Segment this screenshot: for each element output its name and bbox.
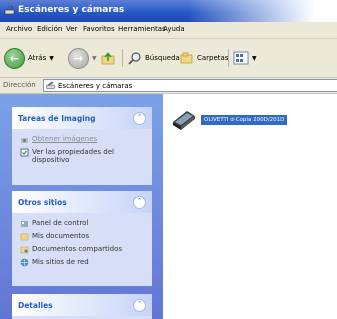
views-button[interactable]: ▼ — [233, 47, 257, 69]
documents-folder-icon — [20, 233, 29, 241]
toolbar: ← Atrás ▼ → ▼ Búsqueda Carpetas ▼ — [0, 39, 337, 78]
menu-archivo[interactable]: Archivo — [6, 25, 32, 33]
folders-button[interactable]: Carpetas — [179, 47, 229, 69]
up-folder-icon — [101, 52, 115, 65]
views-dropdown-icon: ▼ — [252, 54, 257, 62]
toolbar-separator — [228, 49, 229, 67]
folders-icon — [180, 52, 193, 63]
details-panel: Detalles ˇ — [12, 294, 152, 319]
properties-icon — [20, 148, 29, 157]
task-view-properties[interactable]: Ver las propiedades del dispositivo — [20, 148, 144, 164]
forward-arrow-icon: → — [68, 47, 89, 69]
expand-chevron-icon[interactable]: ˇ — [133, 298, 146, 312]
link-shared-documents[interactable]: Documentos compartidos — [20, 245, 144, 254]
address-label: Dirección — [3, 81, 36, 89]
back-dropdown-icon[interactable]: ▼ — [49, 55, 54, 62]
back-label: Atrás — [28, 54, 47, 62]
panel-title: Detalles — [18, 300, 53, 310]
panel-title: Tareas de Imaging — [18, 113, 96, 123]
address-value: Escáneres y cámaras — [58, 81, 133, 90]
search-button[interactable]: Búsqueda — [127, 47, 180, 69]
task-obtain-images[interactable]: Obtener imágenes — [20, 135, 144, 144]
title-bar: Escáneres y cámaras — [0, 0, 337, 22]
camera-icon — [21, 138, 28, 143]
search-label: Búsqueda — [145, 54, 180, 62]
window-title: Escáneres y cámaras — [18, 5, 125, 15]
title-bar-fade — [187, 0, 337, 22]
task-label: Obtener imágenes — [32, 135, 98, 143]
menu-ver[interactable]: Ver — [66, 25, 77, 33]
toolbar-separator — [122, 49, 123, 67]
task-label: Ver las propiedades del dispositivo — [32, 148, 114, 164]
menu-bar: Archivo Edición Ver Favoritos Herramient… — [0, 22, 337, 39]
link-label: Mis documentos — [32, 232, 90, 240]
scanner-camera-icon — [4, 5, 15, 15]
search-icon — [128, 51, 141, 65]
up-folder-button[interactable] — [100, 47, 116, 69]
collapse-chevron-icon[interactable]: ˆ — [133, 111, 146, 125]
menu-edicion[interactable]: Edición — [37, 25, 62, 33]
content-area: OLIVETTI d-Copia 200D/201D — [163, 94, 337, 319]
link-label: Panel de control — [32, 219, 89, 227]
scanner-device-icon — [173, 111, 195, 130]
back-arrow-icon: ← — [4, 47, 25, 69]
link-label: Documentos compartidos — [32, 245, 123, 253]
link-control-panel[interactable]: Panel de control — [20, 219, 144, 228]
other-places-header[interactable]: Otros sitios ˆ — [12, 191, 152, 213]
back-button[interactable]: ← Atrás ▼ — [4, 47, 54, 69]
menu-ayuda[interactable]: Ayuda — [163, 25, 185, 33]
imaging-tasks-panel: Tareas de Imaging ˆ Obtener imágenes Ver… — [12, 107, 152, 185]
link-label: Mis sitios de red — [32, 258, 89, 266]
link-my-documents[interactable]: Mis documentos — [20, 232, 144, 241]
shared-folder-icon — [20, 246, 29, 254]
collapse-chevron-icon[interactable]: ˆ — [133, 195, 146, 209]
folders-label: Carpetas — [197, 54, 229, 62]
details-header[interactable]: Detalles ˇ — [12, 294, 152, 316]
panel-title: Otros sitios — [18, 197, 67, 207]
control-panel-icon — [21, 221, 28, 227]
address-field[interactable]: Escáneres y cámaras — [43, 79, 337, 92]
scanner-camera-icon — [46, 81, 55, 89]
device-item[interactable]: OLIVETTI d-Copia 200D/201D — [171, 108, 288, 132]
forward-button[interactable]: → ▼ — [68, 47, 97, 69]
address-bar: Dirección Escáneres y cámaras — [0, 78, 337, 94]
imaging-tasks-header[interactable]: Tareas de Imaging ˆ — [12, 107, 152, 129]
menu-herramientas[interactable]: Herramientas — [118, 25, 166, 33]
forward-dropdown-icon[interactable]: ▼ — [92, 55, 97, 62]
task-pane: Tareas de Imaging ˆ Obtener imágenes Ver… — [0, 94, 163, 319]
device-label: OLIVETTI d-Copia 200D/201D — [201, 115, 288, 125]
views-icon — [233, 51, 249, 65]
network-globe-icon — [20, 258, 29, 267]
menu-favoritos[interactable]: Favoritos — [83, 25, 115, 33]
other-places-panel: Otros sitios ˆ Panel de control Mis docu… — [12, 191, 152, 286]
link-network-places[interactable]: Mis sitios de red — [20, 258, 144, 267]
